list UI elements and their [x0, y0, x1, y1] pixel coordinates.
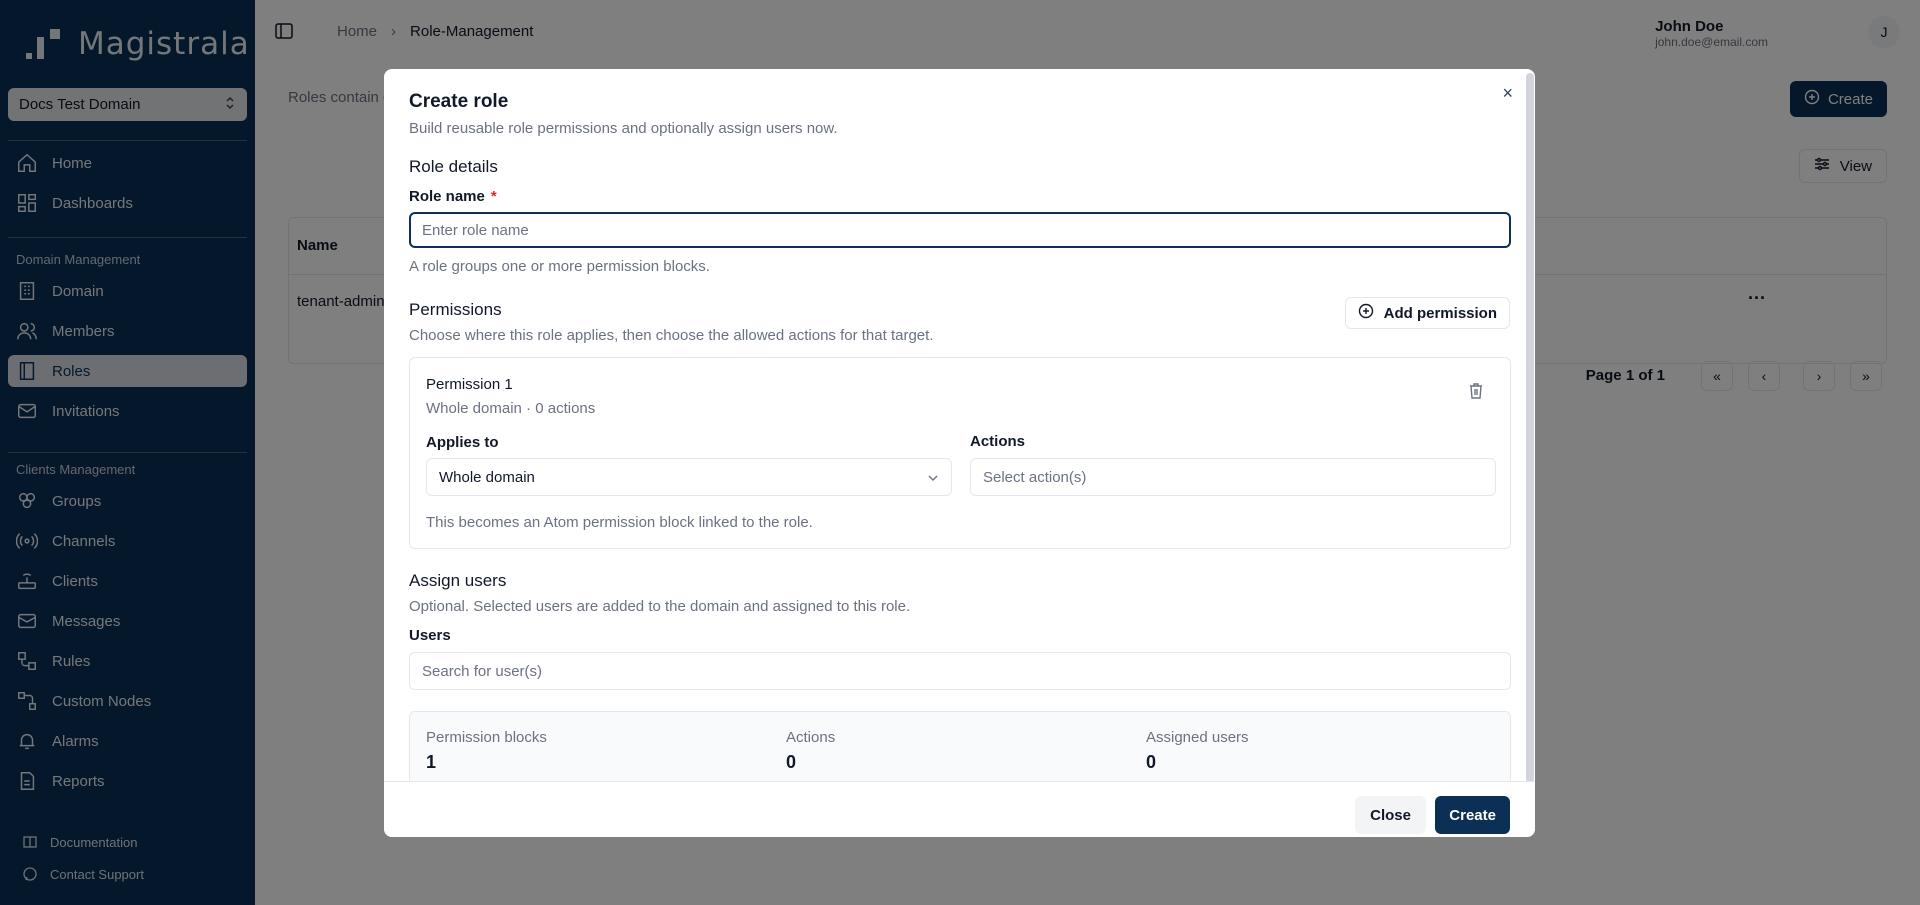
- close-icon[interactable]: ×: [1502, 83, 1513, 104]
- role-details-title: Role details: [409, 157, 498, 176]
- summary-value: 0: [786, 752, 797, 772]
- role-name-label-text: Role name: [409, 188, 485, 205]
- add-permission-button[interactable]: Add permission: [1344, 297, 1510, 329]
- summary-label: Assigned users: [1146, 729, 1249, 746]
- users-label: Users: [409, 627, 451, 644]
- assign-users-description: Optional. Selected users are added to th…: [409, 598, 911, 615]
- dialog-subtitle: Build reusable role permissions and opti…: [409, 120, 838, 137]
- summary-value: 1: [426, 752, 437, 772]
- actions-label: Actions: [970, 433, 1026, 450]
- permission-block: Permission 1 Whole domain · 0 actions Ap…: [409, 357, 1511, 549]
- role-name-label: Role name *: [409, 188, 497, 205]
- permission-help: This becomes an Atom permission block li…: [426, 514, 813, 531]
- permissions-description: Choose where this role applies, then cho…: [409, 327, 934, 344]
- users-search-input[interactable]: [409, 652, 1511, 690]
- role-name-input[interactable]: [409, 212, 1511, 248]
- role-summary: Permission blocks 1 Actions 0 Assigned u…: [409, 711, 1511, 791]
- permission-title: Permission 1: [426, 376, 513, 393]
- summary-value: 0: [1146, 752, 1157, 772]
- summary-label: Permission blocks: [426, 729, 547, 746]
- plus-circle-icon: [1358, 303, 1374, 323]
- summary-actions: Actions 0: [786, 729, 835, 773]
- assign-users-title: Assign users: [409, 571, 507, 590]
- permissions-title: Permissions: [409, 300, 502, 319]
- add-permission-label: Add permission: [1383, 304, 1497, 322]
- summary-assigned-users: Assigned users 0: [1146, 729, 1249, 773]
- applies-to-select[interactable]: Whole domain: [426, 458, 952, 496]
- chevron-down-icon: [927, 469, 939, 486]
- summary-label: Actions: [786, 729, 836, 746]
- applies-to-value: Whole domain: [439, 468, 535, 486]
- dialog-footer: Close Create: [384, 781, 1535, 837]
- summary-permission-blocks: Permission blocks 1: [426, 729, 547, 773]
- trash-icon[interactable]: [1468, 382, 1484, 400]
- role-name-help: A role groups one or more permission blo…: [409, 258, 710, 275]
- dialog-title: Create role: [409, 91, 509, 112]
- create-button[interactable]: Create: [1435, 796, 1510, 834]
- applies-to-label: Applies to: [426, 434, 499, 451]
- close-button[interactable]: Close: [1355, 796, 1426, 834]
- dialog-scrollbar[interactable]: [1526, 73, 1534, 783]
- required-marker: *: [490, 188, 497, 205]
- actions-placeholder: Select action(s): [983, 468, 1087, 486]
- permission-summary: Whole domain · 0 actions: [426, 400, 596, 417]
- create-role-dialog: × Create role Build reusable role permis…: [384, 69, 1535, 837]
- actions-select[interactable]: Select action(s): [970, 458, 1496, 496]
